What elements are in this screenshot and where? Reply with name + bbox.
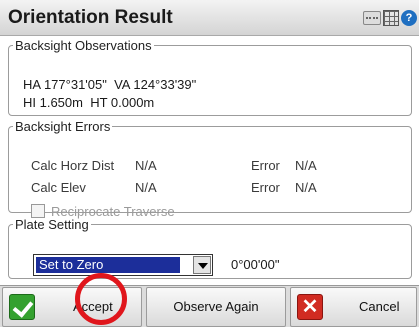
observe-again-button[interactable]: Observe Again: [146, 287, 286, 327]
observe-again-label: Observe Again: [173, 299, 259, 314]
reciprocate-traverse-checkbox[interactable]: [31, 204, 45, 218]
error-elev-value: N/A: [295, 180, 317, 195]
plate-setting-group: Plate Setting Set to Zero 0°00'00": [8, 217, 412, 279]
calc-elev-value: N/A: [135, 180, 157, 195]
title-bar: Orientation Result ?: [0, 0, 419, 36]
chevron-down-icon[interactable]: [193, 256, 211, 274]
window-title: Orientation Result: [8, 7, 173, 28]
title-icons: ?: [363, 7, 417, 29]
cancel-label: Cancel: [359, 299, 400, 314]
calc-horz-dist-label: Calc Horz Dist: [31, 158, 115, 173]
plate-setting-value: 0°00'00": [231, 257, 280, 272]
error-horz-value: N/A: [295, 158, 317, 173]
calc-elev-label: Calc Elev: [31, 180, 86, 195]
observation-heights: HI 1.650m HT 0.000m: [23, 95, 155, 110]
error-horz-label: Error: [251, 158, 280, 173]
plate-setting-selected: Set to Zero: [36, 257, 180, 273]
error-elev-label: Error: [251, 180, 280, 195]
observation-angles: HA 177°31'05" VA 124°33'39": [23, 77, 197, 92]
close-icon: ✕: [297, 294, 323, 320]
help-icon[interactable]: ?: [401, 10, 417, 26]
backsight-observations-group: Backsight Observations HA 177°31'05" VA …: [8, 38, 412, 116]
plate-setting-legend: Plate Setting: [15, 217, 89, 232]
backsight-errors-legend: Backsight Errors: [15, 119, 111, 134]
grid-icon[interactable]: [383, 10, 399, 26]
button-bar: Accept Observe Again ✕ Cancel: [0, 285, 419, 327]
backsight-observations-legend: Backsight Observations: [15, 38, 152, 53]
keyboard-icon[interactable]: [363, 11, 381, 25]
backsight-errors-group: Backsight Errors Calc Horz Dist N/A Erro…: [8, 119, 412, 219]
plate-setting-select[interactable]: Set to Zero: [33, 254, 213, 276]
highlight-circle: [75, 273, 127, 325]
checkmark-icon: [9, 294, 35, 320]
cancel-button[interactable]: ✕ Cancel: [290, 287, 417, 327]
calc-horz-dist-value: N/A: [135, 158, 157, 173]
